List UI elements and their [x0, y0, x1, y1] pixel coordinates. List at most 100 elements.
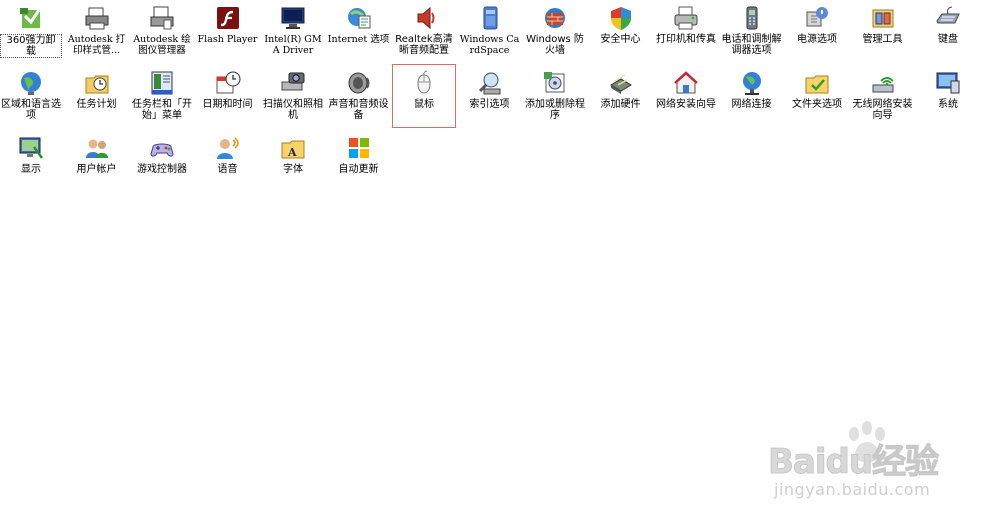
internet-options-icon — [345, 4, 373, 32]
svg-text:A: A — [287, 146, 297, 159]
control-panel-item-label: 鼠标 — [414, 99, 434, 110]
control-panel-item-label: 任务计划 — [76, 99, 117, 110]
control-panel-item[interactable]: 任务栏和「开始」菜单 — [131, 65, 193, 127]
watermark-site: jingyan.baidu.com — [774, 480, 931, 499]
intel-monitor-icon — [279, 4, 307, 32]
control-panel-item[interactable]: 用户帐户 — [66, 130, 128, 192]
control-panel-item-label: 语音 — [217, 164, 238, 175]
admin-tools-icon — [869, 4, 897, 32]
cardspace-icon — [476, 4, 504, 32]
date-time-icon — [214, 69, 242, 97]
fonts-folder-icon: A — [279, 134, 307, 162]
security-shield-icon — [607, 4, 635, 32]
control-panel-item[interactable]: Flash Player — [197, 0, 259, 62]
control-panel-item-label: Windows CardSpace — [459, 34, 520, 56]
control-panel-item-label: Autodesk 绘图仪管理器 — [133, 34, 191, 56]
control-panel-item-label: 系统 — [938, 99, 958, 110]
control-panel-item-label: Intel(R) GMA Driver — [264, 34, 322, 56]
control-panel-item-label: Autodesk 打印样式管... — [67, 34, 126, 56]
control-panel-item-label: 电话和调制解调器选项 — [721, 34, 782, 56]
control-panel-item[interactable]: Realtek高清晰音频配置 — [393, 0, 455, 62]
control-panel-item[interactable]: Windows 防火墙 — [524, 0, 586, 62]
control-panel-item-label: Internet 选项 — [327, 34, 390, 45]
control-panel-item-label: 网络连接 — [731, 99, 772, 110]
control-panel-item[interactable]: 360强力卸载 — [0, 0, 62, 62]
add-hardware-icon — [607, 69, 635, 97]
control-panel-item[interactable]: 游戏控制器 — [131, 130, 193, 192]
wireless-setup-icon — [869, 69, 897, 97]
speech-icon — [214, 134, 242, 162]
control-panel-item[interactable]: 打印机和传真 — [655, 0, 717, 62]
control-panel-item-label: 键盘 — [938, 34, 958, 45]
control-panel-item[interactable]: 声音和音频设备 — [328, 65, 390, 127]
control-panel-item-label: 添加硬件 — [600, 99, 641, 110]
control-panel-item[interactable]: 区域和语言选项 — [0, 65, 62, 127]
printer-style-icon — [83, 4, 111, 32]
control-panel-item-label: 显示 — [21, 164, 41, 175]
control-panel-item-label: 安全中心 — [600, 34, 641, 45]
control-panel-item[interactable]: 任务计划 — [66, 65, 128, 127]
sound-devices-icon — [345, 69, 373, 97]
globe-region-icon — [17, 69, 45, 97]
control-panel-item[interactable]: 键盘 — [917, 0, 979, 62]
control-panel-item[interactable]: 扫描仪和照相机 — [262, 65, 324, 127]
add-remove-programs-icon — [541, 69, 569, 97]
control-panel-item[interactable]: Intel(R) GMA Driver — [262, 0, 324, 62]
taskbar-start-icon — [148, 69, 176, 97]
control-panel-item-label: 扫描仪和照相机 — [263, 99, 323, 121]
control-panel-item[interactable]: Windows CardSpace — [459, 0, 521, 62]
control-panel-item-label: 管理工具 — [862, 34, 903, 45]
indexing-icon — [476, 69, 504, 97]
control-panel-item[interactable]: 索引选项 — [459, 65, 521, 127]
power-options-icon — [803, 4, 831, 32]
control-panel-item[interactable]: A 字体 — [262, 130, 324, 192]
control-panel-item-label: Windows 防火墙 — [526, 34, 584, 56]
control-panel-item-label: Realtek高清晰音频配置 — [395, 34, 453, 56]
control-panel-item-label: 索引选项 — [469, 99, 510, 110]
control-panel-item[interactable]: 无线网络安装向导 — [852, 65, 914, 127]
control-panel-item-label: 区域和语言选项 — [1, 99, 61, 121]
control-panel-item-label: 日期和时间 — [202, 99, 253, 110]
plotter-manager-icon — [148, 4, 176, 32]
network-connections-icon — [738, 69, 766, 97]
control-panel-item[interactable]: 显示 — [0, 130, 62, 192]
control-panel-item[interactable]: 添加硬件 — [590, 65, 652, 127]
control-panel-item-label: 任务栏和「开始」菜单 — [132, 99, 192, 121]
folder-options-icon — [803, 69, 831, 97]
control-panel-item[interactable]: 语音 — [197, 130, 259, 192]
control-panel-item-label: 自动更新 — [338, 164, 379, 175]
control-panel-item[interactable]: 鼠标 — [392, 64, 456, 128]
control-panel-item-label: 字体 — [283, 164, 303, 175]
control-panel-item[interactable]: Autodesk 绘图仪管理器 — [131, 0, 193, 62]
control-panel-item[interactable]: 系统 — [917, 65, 979, 127]
network-setup-icon — [672, 69, 700, 97]
baidu-jingyan-watermark: Baidu经验 jingyan.baidu.com — [767, 418, 988, 518]
phone-modem-icon — [738, 4, 766, 32]
control-panel-item[interactable]: 添加或删除程序 — [524, 65, 586, 127]
user-accounts-icon — [83, 134, 111, 162]
control-panel-item[interactable]: Autodesk 打印样式管... — [66, 0, 128, 62]
control-panel-item[interactable]: 安全中心 — [590, 0, 652, 62]
control-panel-item[interactable]: 管理工具 — [852, 0, 914, 62]
mouse-icon — [410, 69, 438, 97]
control-panel-item[interactable]: 文件夹选项 — [786, 65, 848, 127]
printer-fax-icon — [672, 4, 700, 32]
control-panel-item-label: 文件夹选项 — [792, 99, 842, 110]
uninstaller-icon — [17, 4, 45, 32]
control-panel-item-label: 游戏控制器 — [137, 164, 187, 175]
speaker-audio-icon — [410, 4, 438, 32]
game-controller-icon — [148, 134, 176, 162]
control-panel-item-label: 网络安装向导 — [656, 99, 716, 110]
control-panel-item[interactable]: 网络连接 — [721, 65, 783, 127]
control-panel-item[interactable]: 电源选项 — [786, 0, 848, 62]
control-panel-item[interactable]: 网络安装向导 — [655, 65, 717, 127]
control-panel-item-label: 添加或删除程序 — [525, 99, 585, 121]
control-panel-item[interactable]: 日期和时间 — [197, 65, 259, 127]
control-panel-item[interactable]: Internet 选项 — [328, 0, 390, 62]
control-panel-item[interactable]: 自动更新 — [328, 130, 390, 192]
scheduled-tasks-icon — [83, 69, 111, 97]
control-panel-item-label: 打印机和传真 — [656, 34, 716, 45]
flash-icon — [214, 4, 242, 32]
control-panel-item[interactable]: 电话和调制解调器选项 — [721, 0, 783, 62]
control-panel-item-label: 用户帐户 — [76, 164, 117, 175]
